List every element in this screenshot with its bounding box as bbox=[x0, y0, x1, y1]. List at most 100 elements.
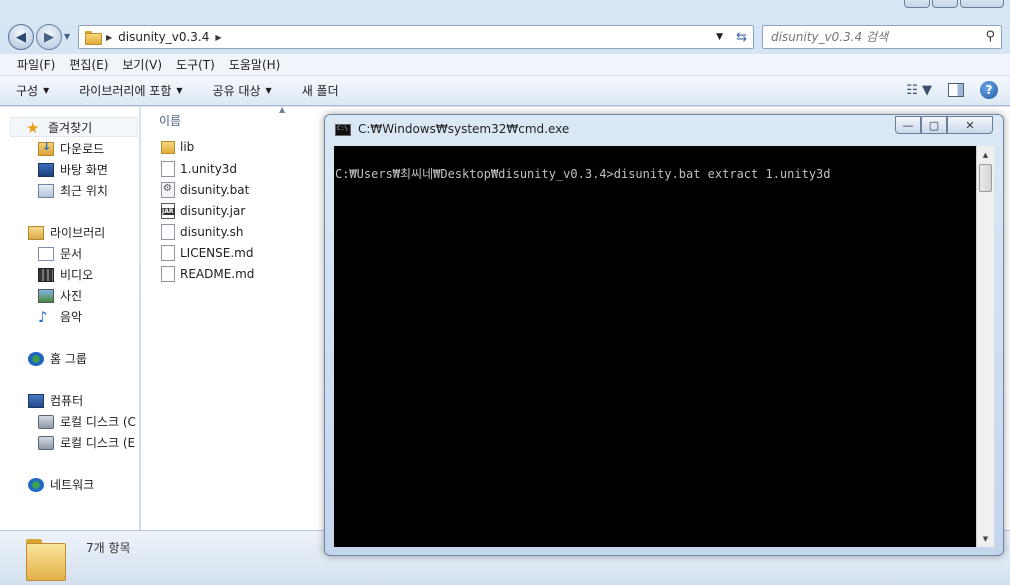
column-header-name[interactable]: 이름 bbox=[159, 112, 181, 129]
organize-button[interactable]: 구성 ▼ bbox=[16, 82, 49, 99]
view-options-icon[interactable]: ☷ ▼ bbox=[906, 83, 932, 98]
console-output[interactable]: C:₩Users₩최씨네₩Desktop₩disunity_v0.3.4>dis… bbox=[334, 146, 976, 547]
nav-item-pictures[interactable]: 사진 bbox=[38, 287, 82, 304]
back-button[interactable]: ◀ bbox=[8, 24, 34, 50]
share-label: 공유 대상 bbox=[212, 84, 261, 98]
search-input[interactable] bbox=[771, 30, 971, 44]
recent-pages-dropdown-icon[interactable]: ▼ bbox=[64, 32, 70, 41]
address-bar[interactable]: ▶ disunity_v0.3.4 ▶ ▼ ⇆ bbox=[78, 25, 754, 49]
forward-arrow-icon: ▶ bbox=[44, 29, 54, 45]
list-item[interactable]: disunity.sh bbox=[161, 224, 244, 240]
nav-label: 음악 bbox=[60, 310, 83, 324]
nav-item-network[interactable]: 네트워크 bbox=[28, 476, 94, 493]
scroll-down-icon[interactable]: ▼ bbox=[977, 530, 994, 547]
folder-icon bbox=[85, 31, 102, 45]
menu-help[interactable]: 도움말(H) bbox=[222, 56, 288, 73]
list-item[interactable]: disunity.bat bbox=[161, 182, 249, 198]
address-dropdown-icon[interactable]: ▼ bbox=[716, 32, 723, 42]
nav-item-computer[interactable]: 컴퓨터 bbox=[28, 392, 83, 409]
menu-edit[interactable]: 편집(E) bbox=[62, 56, 115, 73]
menu-tools[interactable]: 도구(T) bbox=[169, 56, 222, 73]
forward-button[interactable]: ▶ bbox=[36, 24, 62, 50]
back-arrow-icon: ◀ bbox=[16, 29, 26, 45]
file-icon bbox=[161, 224, 175, 240]
scrollbar-thumb[interactable] bbox=[979, 164, 992, 192]
menu-view[interactable]: 보기(V) bbox=[115, 56, 169, 73]
nav-item-videos[interactable]: 비디오 bbox=[38, 266, 93, 283]
breadcrumb-current[interactable]: disunity_v0.3.4 bbox=[118, 30, 209, 44]
file-icon bbox=[161, 245, 175, 261]
preview-pane-icon[interactable] bbox=[948, 83, 964, 97]
chevron-down-icon: ▼ bbox=[43, 86, 50, 95]
nav-item-documents[interactable]: 문서 bbox=[38, 245, 82, 262]
file-name: README.md bbox=[180, 267, 255, 281]
include-in-library-button[interactable]: 라이브러리에 포함 ▼ bbox=[79, 82, 182, 99]
file-icon bbox=[161, 266, 175, 282]
breadcrumb-separator-icon[interactable]: ▶ bbox=[215, 33, 221, 42]
search-box[interactable]: ⚲ bbox=[762, 25, 1002, 49]
file-name: disunity.jar bbox=[180, 204, 246, 218]
video-icon bbox=[38, 267, 54, 282]
chevron-down-icon: ▼ bbox=[176, 86, 183, 95]
minimize-button[interactable] bbox=[904, 0, 930, 8]
list-item[interactable]: 1.unity3d bbox=[161, 161, 237, 177]
nav-item-drive-c[interactable]: 로컬 디스크 (C bbox=[38, 413, 136, 430]
menu-bar: 파일(F) 편집(E) 보기(V) 도구(T) 도움말(H) bbox=[0, 54, 1010, 76]
folder-icon bbox=[161, 140, 175, 154]
minimize-button[interactable]: — bbox=[895, 116, 921, 134]
file-name: LICENSE.md bbox=[180, 246, 254, 260]
cmd-caption-buttons: — ▢ ✕ bbox=[895, 116, 993, 134]
breadcrumb-separator-icon[interactable]: ▶ bbox=[106, 33, 112, 42]
maximize-button[interactable] bbox=[932, 0, 958, 8]
star-icon: ★ bbox=[26, 118, 40, 137]
toolbar-right: ☷ ▼ ? bbox=[906, 81, 998, 99]
nav-label: 바탕 화면 bbox=[60, 163, 108, 177]
nav-label: 컴퓨터 bbox=[50, 394, 84, 408]
nav-label: 비디오 bbox=[60, 268, 94, 282]
scroll-up-icon[interactable]: ▲ bbox=[977, 146, 994, 163]
downloads-icon bbox=[38, 140, 54, 156]
nav-item-favorites[interactable]: ★ 즐겨찾기 bbox=[26, 119, 92, 136]
close-button[interactable] bbox=[960, 0, 1004, 8]
maximize-button[interactable]: ▢ bbox=[921, 116, 947, 134]
list-item[interactable]: disunity.jar bbox=[161, 203, 245, 219]
nav-label: 네트워크 bbox=[50, 478, 95, 492]
help-icon[interactable]: ? bbox=[980, 81, 998, 99]
nav-label: 로컬 디스크 (E bbox=[60, 436, 136, 450]
nav-item-desktop[interactable]: 바탕 화면 bbox=[38, 161, 108, 178]
nav-label: 최근 위치 bbox=[60, 184, 108, 198]
close-button[interactable]: ✕ bbox=[947, 116, 993, 134]
desktop-icon bbox=[38, 162, 54, 177]
file-icon bbox=[161, 161, 175, 177]
nav-item-drive-e[interactable]: 로컬 디스크 (E bbox=[38, 434, 135, 451]
picture-icon bbox=[38, 288, 54, 303]
refresh-icon[interactable]: ⇆ bbox=[736, 30, 747, 45]
vertical-scrollbar[interactable]: ▲ ▼ bbox=[976, 146, 994, 547]
chevron-down-icon: ▼ bbox=[265, 86, 272, 95]
list-item[interactable]: LICENSE.md bbox=[161, 245, 253, 261]
nav-label: 사진 bbox=[60, 289, 83, 303]
share-with-button[interactable]: 공유 대상 ▼ bbox=[213, 82, 272, 99]
batch-file-icon bbox=[161, 182, 175, 198]
folder-icon bbox=[26, 539, 66, 581]
item-count: 7개 항목 bbox=[86, 541, 131, 555]
nav-item-recent[interactable]: 최근 위치 bbox=[38, 182, 108, 199]
search-icon[interactable]: ⚲ bbox=[985, 29, 995, 44]
library-icon bbox=[28, 225, 44, 240]
navigation-pane: ★ 즐겨찾기 다운로드 바탕 화면 최근 위치 라이브러리 문서 비디오 bbox=[0, 107, 140, 530]
jar-file-icon bbox=[161, 203, 175, 219]
cmd-window[interactable]: C:\ C:₩Windows₩system32₩cmd.exe — ▢ ✕ C:… bbox=[324, 114, 1004, 556]
nav-label: 즐겨찾기 bbox=[48, 121, 93, 135]
new-folder-button[interactable]: 새 폴더 bbox=[302, 82, 339, 99]
computer-icon bbox=[28, 393, 44, 408]
nav-item-homegroup[interactable]: 홈 그룹 bbox=[28, 350, 87, 367]
file-name: 1.unity3d bbox=[180, 162, 238, 176]
drive-icon bbox=[38, 414, 54, 429]
file-name: disunity.sh bbox=[180, 225, 244, 239]
list-item[interactable]: README.md bbox=[161, 266, 254, 282]
menu-file[interactable]: 파일(F) bbox=[10, 56, 62, 73]
nav-item-music[interactable]: ♪ 음악 bbox=[38, 308, 82, 325]
list-item[interactable]: lib bbox=[161, 140, 194, 154]
nav-item-libraries[interactable]: 라이브러리 bbox=[28, 224, 105, 241]
nav-item-downloads[interactable]: 다운로드 bbox=[38, 140, 104, 157]
